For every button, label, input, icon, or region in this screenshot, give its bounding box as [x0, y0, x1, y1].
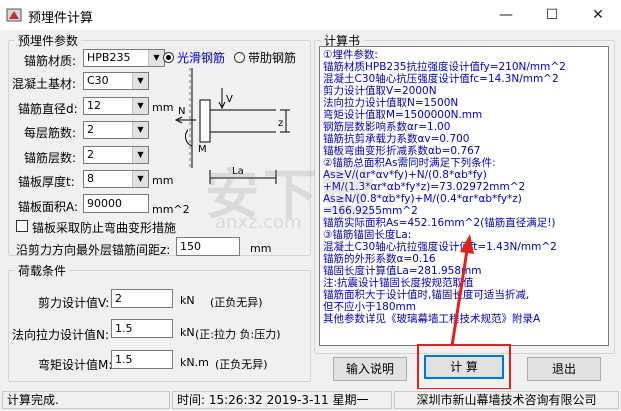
status-time: 时间: 15:26:32 2019-3-11 星期一	[172, 391, 392, 409]
chevron-down-icon: ▼	[132, 73, 148, 89]
status-message: 计算完成.	[2, 391, 170, 409]
close-button[interactable]: ✕	[575, 0, 621, 30]
anchor-plate-shape	[199, 99, 211, 143]
anchor-dia-label: 锚筋直径d:	[18, 102, 78, 116]
moment-note: (正负无异)	[215, 358, 268, 371]
layers-value: 2	[87, 148, 94, 161]
highlight-box	[417, 344, 511, 390]
calc-line: 钢筋层数影响系数αr=1.00	[323, 121, 451, 133]
plate-area-unit: mm^2	[152, 203, 190, 216]
calc-line: ①埋件参数:	[323, 49, 378, 61]
chevron-down-icon: ▼	[132, 122, 148, 138]
calc-line: 锚筋的外形系数α=0.16	[323, 253, 436, 265]
anchor-material-select[interactable]: HPB235 ▼	[83, 49, 165, 67]
plate-area-label: 锚板面积A:	[18, 200, 79, 214]
layers-label: 锚筋层数:	[24, 151, 77, 165]
title-bar: 预埋件计算 — ☐ ✕	[0, 0, 621, 30]
tension-symbol: N	[178, 106, 185, 117]
calc-line: 法向拉力设计值取N=1500N	[323, 97, 459, 109]
shear-unit: kN	[180, 294, 195, 307]
calc-line: 其他参数详见《玻璃幕墙工程技术规范》附录A	[323, 313, 541, 325]
min-spacing-unit: mm	[250, 242, 272, 255]
shear-label: 剪力设计值V:	[38, 296, 110, 310]
radio-smooth-bar[interactable]	[163, 52, 174, 63]
moment-input[interactable]	[111, 350, 173, 369]
prevent-bending-label: 锚板采取防止弯曲变形措施	[32, 221, 177, 235]
params-group-title: 预埋件参数	[18, 34, 79, 48]
shear-symbol: V	[226, 94, 233, 105]
bars-per-layer-label: 每层筋数:	[24, 126, 77, 140]
calc-line: 锚筋材质HPB235抗拉强度设计值fy=210N/mm^2	[323, 61, 566, 73]
loads-group-title: 荷载条件	[18, 264, 67, 278]
tension-label: 法向拉力设计值N:	[12, 328, 110, 342]
main-window: 预埋件计算 — ☐ ✕ 预埋件参数 锚筋材质: HPB235 ▼ 光滑钢筋 带肋…	[0, 0, 621, 411]
z-symbol: z	[278, 118, 283, 129]
shear-input[interactable]	[111, 289, 173, 308]
plate-thickness-value: 8	[87, 172, 94, 185]
calc-line: 混凝土C30轴心抗压强度设计值fc=14.3N/mm^2	[323, 73, 559, 85]
anchor-material-label: 锚筋材质:	[24, 54, 77, 68]
maximize-button[interactable]: ☐	[529, 0, 575, 30]
minimize-button[interactable]: —	[483, 0, 529, 30]
tension-note: (正:拉力 负:压力)	[195, 328, 281, 341]
min-spacing-input[interactable]	[176, 237, 240, 256]
chevron-down-icon: ▼	[132, 98, 148, 114]
radio-ribbed-bar[interactable]	[234, 52, 245, 63]
calc-line: 弯矩设计值取M=1500000N.mm	[323, 109, 483, 121]
plate-thickness-select[interactable]: 8 ▼	[83, 170, 149, 188]
moment-arc	[184, 129, 193, 147]
calc-line: 但不应小于180mm	[323, 301, 416, 313]
plate-area-input[interactable]	[83, 194, 149, 213]
chevron-down-icon: ▼	[148, 50, 164, 66]
tension-unit: kN	[180, 326, 195, 339]
radio-smooth-bar-label: 光滑钢筋	[177, 51, 226, 65]
chevron-down-icon: ▼	[132, 171, 148, 187]
exit-button[interactable]: 退出	[527, 357, 601, 381]
concrete-value: C30	[87, 74, 109, 87]
app-icon	[6, 8, 22, 22]
anchor-dia-value: 12	[87, 99, 101, 112]
plate-thickness-label: 锚板厚度t:	[18, 175, 75, 189]
calc-line: ③锚筋锚固长度La:	[323, 229, 412, 241]
prevent-bending-checkbox[interactable]	[16, 220, 28, 232]
calc-line: 剪力设计值取V=2000N	[323, 85, 437, 97]
moment-label: 弯矩设计值M:	[38, 358, 113, 372]
status-bar: 计算完成. 时间: 15:26:32 2019-3-11 星期一 深圳市新山幕墙…	[0, 389, 621, 411]
window-title: 预埋件计算	[28, 11, 94, 26]
radio-ribbed-bar-label: 带肋钢筋	[248, 51, 297, 65]
calc-line: 锚筋面积大于设计值时,锚固长度可适当折减,	[323, 289, 530, 301]
chevron-down-icon: ▼	[132, 147, 148, 163]
status-company: 深圳市新山幕墙技术咨询有限公司	[394, 391, 619, 409]
concrete-label: 混凝土基材:	[12, 77, 77, 91]
input-help-button[interactable]: 输入说明	[333, 357, 407, 381]
anchor-dia-select[interactable]: 12 ▼	[83, 97, 149, 115]
min-spacing-label: 沿剪力方向最外层锚筋间距z:	[16, 243, 171, 257]
concrete-select[interactable]: C30 ▼	[83, 72, 149, 90]
layers-select[interactable]: 2 ▼	[83, 146, 149, 164]
calc-line: 锚筋抗剪承载力系数αv=0.700	[323, 133, 470, 145]
tension-input[interactable]	[111, 319, 173, 338]
bars-per-layer-select[interactable]: 2 ▼	[83, 121, 149, 139]
bars-per-layer-value: 2	[87, 123, 94, 136]
watermark-subtext: anxz.com	[215, 212, 302, 233]
shear-note: (正负无异)	[210, 296, 263, 309]
annotation-arrow-icon	[450, 234, 474, 347]
anchor-material-value: HPB235	[87, 51, 131, 64]
moment-unit: kN.m	[180, 356, 209, 369]
